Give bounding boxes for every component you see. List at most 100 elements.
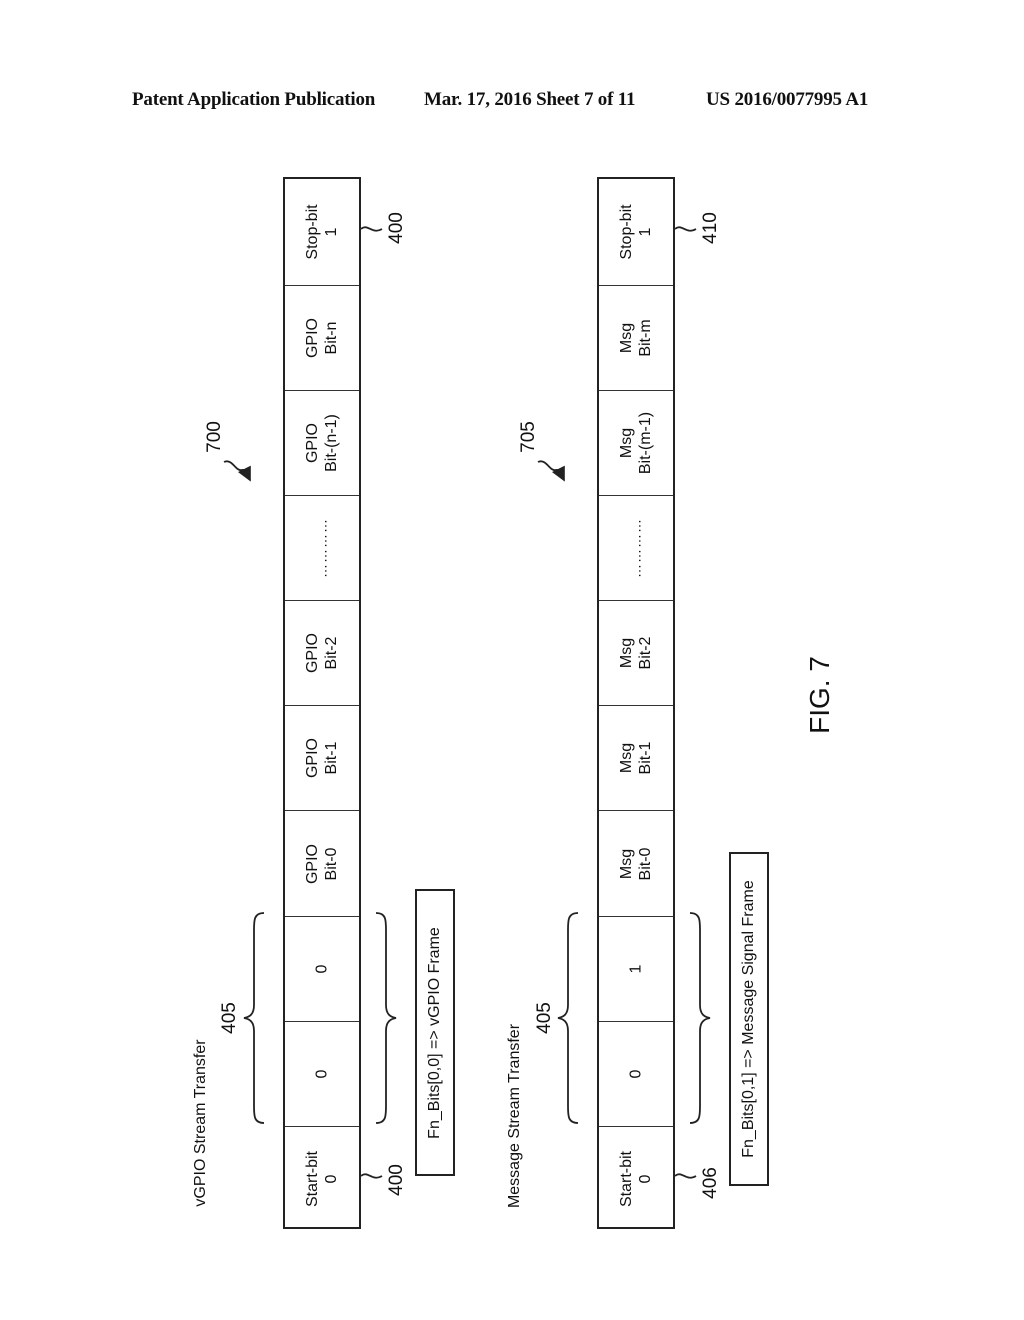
cell-label-line: Stop-bit <box>618 204 635 260</box>
cell-label: ………… <box>313 518 332 578</box>
ref-400-stop: 400 <box>386 212 407 244</box>
ref-705: 705 <box>518 421 539 453</box>
arrow-700 <box>223 460 251 482</box>
msg-frame-cell: 1 <box>599 916 673 1021</box>
cell-label: Stop-bit 1 <box>617 204 655 259</box>
msg-frame-title: Message Stream Transfer <box>506 1023 523 1209</box>
vgpio-function-bits-box: Fn_Bits[0,0] => vGPIO Frame <box>415 889 455 1176</box>
cell-label-line: Msg <box>618 848 635 879</box>
ref-405-vgpio: 405 <box>219 1002 240 1034</box>
cell-label: 0 <box>313 965 332 974</box>
msg-frame-cell: Msg Bit-1 <box>599 705 673 810</box>
ref-700: 700 <box>204 421 225 453</box>
cell-label: Msg Bit-2 <box>617 637 655 670</box>
ref-400-start: 400 <box>386 1164 407 1196</box>
cell-label: Msg Bit-0 <box>617 847 655 880</box>
vgpio-frame-cell: GPIO Bit-0 <box>285 810 359 916</box>
vgpio-frame-cell: Start-bit 0 <box>285 1126 359 1231</box>
vgpio-function-bits-label: Fn_Bits[0,0] => vGPIO Frame <box>426 926 443 1139</box>
brace-405-msg-right <box>689 912 711 1124</box>
cell-label-line: Bit-(m-1) <box>637 411 654 475</box>
cell-label-line: Bit-1 <box>637 741 654 775</box>
vgpio-frame-cell: GPIO Bit-1 <box>285 705 359 810</box>
cell-label-line: Msg <box>618 427 635 459</box>
cell-label-line: Msg <box>618 742 635 774</box>
msg-frame-cell: Msg Bit-2 <box>599 600 673 705</box>
cell-label-line: Bit-1 <box>323 741 340 775</box>
ref-405-msg: 405 <box>534 1002 555 1034</box>
cell-label-line: GPIO <box>304 632 321 674</box>
cell-label-line: 1 <box>627 964 645 974</box>
cell-label-line: ………… <box>627 518 644 578</box>
leader-406-start <box>674 1173 697 1179</box>
publication-number: US 2016/0077995 A1 <box>706 89 869 110</box>
cell-label: Start-bit 0 <box>617 1151 655 1207</box>
msg-frame-cell: Start-bit 0 <box>599 1126 673 1231</box>
cell-label-line: Bit-n <box>323 321 340 355</box>
cell-label: GPIO Bit-2 <box>303 633 341 673</box>
cell-label: 1 <box>627 965 646 974</box>
cell-label-line: GPIO <box>304 423 321 464</box>
msg-function-bits-label: Fn_Bits[0,1] => Message Signal Frame <box>740 880 757 1158</box>
cell-label-line: ………… <box>313 518 330 578</box>
cell-label-line: 0 <box>637 1174 654 1184</box>
msg-frame-cell: Msg Bit-m <box>599 285 673 390</box>
cell-label: Msg Bit-m <box>617 319 655 356</box>
cell-label: GPIO Bit-1 <box>303 738 341 778</box>
cell-label-line: 1 <box>637 227 654 237</box>
cell-label-line: Stop-bit <box>304 204 321 260</box>
cell-label-line: Start-bit <box>304 1150 321 1208</box>
cell-label: 0 <box>313 1070 332 1079</box>
cell-label-line: Bit-(n-1) <box>323 414 340 472</box>
figure-label: FIG. 7 <box>804 656 835 734</box>
msg-frame-cell: 0 <box>599 1021 673 1126</box>
vgpio-frame-title: vGPIO Stream Transfer <box>192 1039 209 1207</box>
cell-label: Msg Bit-(m-1) <box>617 412 655 474</box>
cell-label: Start-bit 0 <box>303 1151 341 1207</box>
cell-label-line: Msg <box>618 322 635 354</box>
cell-label-line: 0 <box>323 1174 340 1184</box>
msg-frame-cell: Stop-bit 1 <box>599 179 673 285</box>
cell-label-line: Bit-2 <box>323 636 340 670</box>
cell-label: 0 <box>627 1070 646 1079</box>
leader-410-stop <box>674 226 697 232</box>
msg-frame-cell: Msg Bit-(m-1) <box>599 390 673 495</box>
cell-label-line: Bit-0 <box>637 847 654 880</box>
cell-label-line: 0 <box>313 964 331 974</box>
cell-label-line: Bit-2 <box>637 636 654 670</box>
vgpio-frame-cell: GPIO Bit-2 <box>285 600 359 705</box>
publication-type: Patent Application Publication <box>132 89 376 110</box>
cell-label-line: GPIO <box>304 843 321 884</box>
brace-405-msg-left <box>557 912 579 1124</box>
leader-400-start <box>360 1173 383 1179</box>
cell-label-line: 1 <box>323 227 340 237</box>
cell-label-line: 0 <box>313 1069 331 1079</box>
cell-label-line: Start-bit <box>618 1150 635 1208</box>
msg-frame: Stop-bit 1 Msg Bit-m Msg Bit-(m-1)………… Msg Bit-… <box>597 177 675 1229</box>
vgpio-frame-cell: GPIO Bit-n <box>285 285 359 390</box>
cell-label: Stop-bit 1 <box>303 204 341 259</box>
brace-405-vgpio-left <box>243 912 265 1124</box>
cell-label-line: GPIO <box>304 317 321 359</box>
brace-405-vgpio-right <box>375 912 397 1124</box>
arrow-705 <box>537 460 565 482</box>
ref-406-start: 406 <box>700 1167 721 1199</box>
vgpio-frame-cell: ………… <box>285 495 359 600</box>
leader-400-stop <box>360 226 383 232</box>
msg-frame-cell: ………… <box>599 495 673 600</box>
vgpio-frame: Stop-bit 1 GPIO Bit-n GPIO Bit-(n-1)………… GPIO B… <box>283 177 361 1229</box>
vgpio-frame-cell: 0 <box>285 1021 359 1126</box>
cell-label-line: GPIO <box>304 737 321 779</box>
msg-function-bits-box: Fn_Bits[0,1] => Message Signal Frame <box>729 852 769 1186</box>
cell-label-line: Bit-0 <box>323 847 340 880</box>
vgpio-frame-cell: GPIO Bit-(n-1) <box>285 390 359 495</box>
cell-label: Msg Bit-1 <box>617 742 655 775</box>
cell-label: GPIO Bit-(n-1) <box>303 414 341 472</box>
cell-label: GPIO Bit-0 <box>303 843 341 883</box>
cell-label-line: Msg <box>618 637 635 669</box>
cell-label-line: Bit-m <box>637 319 654 357</box>
vgpio-frame-cell: 0 <box>285 916 359 1021</box>
cell-label: GPIO Bit-n <box>303 318 341 358</box>
cell-label-line: 0 <box>627 1069 645 1079</box>
cell-label: ………… <box>627 518 646 578</box>
